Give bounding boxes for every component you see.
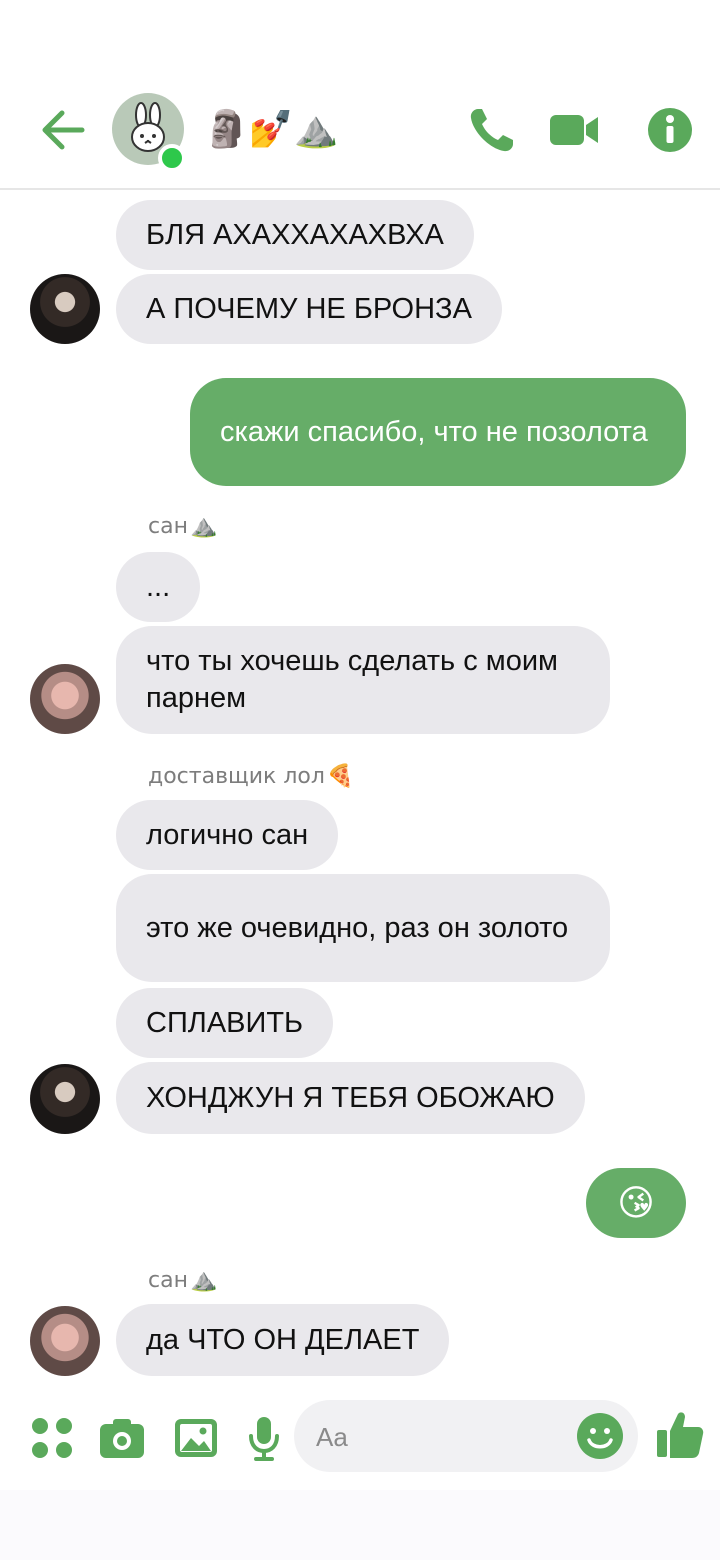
thumbs-up-icon[interactable]: [654, 1408, 706, 1460]
online-status-dot: [158, 144, 186, 172]
incoming-message[interactable]: это же очевидно, раз он золото: [116, 874, 610, 982]
message-text: это же очевидно, раз он золото: [146, 911, 569, 944]
sender-name: доставщик лол 🍕: [148, 764, 355, 789]
message-text: БЛЯ АХАХХАХАХВХА: [146, 218, 444, 251]
message-text: да ЧТО ОН ДЕЛАЕТ: [146, 1323, 420, 1356]
message-text: ХОНДЖУН Я ТЕБЯ ОБОЖАЮ: [146, 1081, 555, 1114]
incoming-message[interactable]: СПЛАВИТЬ: [116, 988, 334, 1058]
incoming-message[interactable]: да ЧТО ОН ДЕЛАЕТ: [116, 1304, 450, 1376]
outgoing-message[interactable]: скажи спасибо, что не позолота: [190, 378, 686, 486]
info-icon[interactable]: [644, 104, 696, 156]
sender-avatar[interactable]: [30, 1064, 100, 1134]
sender-avatar[interactable]: [30, 664, 100, 734]
message-text: скажи спасибо, что не позолота: [220, 416, 648, 448]
smiley-icon[interactable]: [576, 1412, 624, 1460]
image-icon[interactable]: [172, 1414, 220, 1462]
sender-avatar[interactable]: [30, 274, 100, 344]
incoming-message[interactable]: что ты хочешь сделать с моим парнем: [116, 626, 610, 734]
sender-avatar[interactable]: [30, 1306, 100, 1376]
camera-icon[interactable]: [98, 1414, 146, 1462]
four-dots-icon[interactable]: [28, 1414, 76, 1462]
sender-name: сан ⛰️: [148, 1268, 218, 1293]
chat-header: 🗿💅⛰️: [0, 0, 720, 190]
microphone-icon[interactable]: [240, 1414, 288, 1462]
message-text: ...: [146, 570, 171, 603]
message-text: что ты хочешь сделать с моим парнем: [146, 645, 558, 714]
message-input-placeholder: Aa: [316, 1422, 348, 1452]
message-input[interactable]: Aa: [294, 1400, 638, 1472]
message-text: А ПОЧЕМУ НЕ БРОНЗА: [146, 292, 472, 325]
incoming-message[interactable]: БЛЯ АХАХХАХАХВХА: [116, 200, 474, 270]
chat-title[interactable]: 🗿💅⛰️: [204, 108, 338, 152]
incoming-message[interactable]: ...: [116, 552, 201, 622]
message-text: логично сан: [146, 818, 309, 851]
sender-name: сан ⛰️: [148, 514, 218, 539]
incoming-message[interactable]: А ПОЧЕМУ НЕ БРОНЗА: [116, 274, 502, 344]
bottom-safe-area: [0, 1490, 720, 1560]
incoming-message[interactable]: логично сан: [116, 800, 339, 870]
incoming-message[interactable]: ХОНДЖУН Я ТЕБЯ ОБОЖАЮ: [116, 1062, 585, 1134]
message-emoji: 😘: [617, 1182, 655, 1223]
composer-bar: Aa: [0, 1390, 720, 1560]
message-text: СПЛАВИТЬ: [146, 1006, 304, 1039]
video-camera-icon[interactable]: [548, 104, 600, 156]
back-arrow-icon[interactable]: [38, 108, 88, 152]
phone-icon[interactable]: [466, 104, 518, 156]
outgoing-message[interactable]: 😘: [586, 1168, 686, 1238]
message-list[interactable]: БЛЯ АХАХХАХАХВХА А ПОЧЕМУ НЕ БРОНЗА скаж…: [0, 190, 720, 1390]
